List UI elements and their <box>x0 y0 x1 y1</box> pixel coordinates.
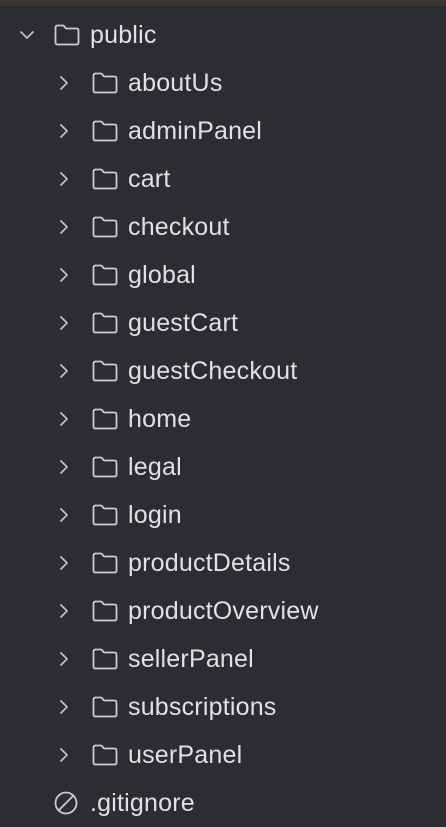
tree-node-folder[interactable]: guestCheckout <box>0 347 446 395</box>
chevron-down-icon[interactable] <box>17 25 37 45</box>
tree-node-folder[interactable]: global <box>0 251 446 299</box>
tree-node-folder[interactable]: userPanel <box>0 731 446 779</box>
folder-icon <box>92 312 118 334</box>
tree-node-label: guestCheckout <box>128 357 298 385</box>
tree-node-folder[interactable]: subscriptions <box>0 683 446 731</box>
chevron-right-icon[interactable] <box>54 505 74 525</box>
folder-icon <box>92 456 118 478</box>
chevron-right-icon[interactable] <box>54 409 74 429</box>
project-file-tree: public aboutUs adminPanel cart checkout glob… <box>0 11 446 827</box>
tree-node-folder[interactable]: guestCart <box>0 299 446 347</box>
chevron-right-icon[interactable] <box>54 601 74 621</box>
folder-icon <box>92 408 118 430</box>
tree-node-gitignore[interactable]: .gitignore <box>0 779 446 827</box>
tree-node-folder[interactable]: checkout <box>0 203 446 251</box>
folder-icon <box>92 360 118 382</box>
folder-icon <box>92 552 118 574</box>
tree-node-label: userPanel <box>128 741 243 769</box>
tree-node-label: legal <box>128 453 182 481</box>
tree-node-folder[interactable]: productOverview <box>0 587 446 635</box>
chevron-right-icon[interactable] <box>54 649 74 669</box>
tree-node-label: aboutUs <box>128 69 223 97</box>
tree-node-label: global <box>128 261 196 289</box>
chevron-right-icon[interactable] <box>54 697 74 717</box>
tree-node-folder[interactable]: cart <box>0 155 446 203</box>
tree-node-label: public <box>90 21 157 49</box>
tree-node-folder[interactable]: productDetails <box>0 539 446 587</box>
tree-node-folder[interactable]: aboutUs <box>0 59 446 107</box>
tree-node-label: checkout <box>128 213 230 241</box>
ignore-file-icon <box>54 791 78 815</box>
tree-node-folder[interactable]: login <box>0 491 446 539</box>
tree-node-label: guestCart <box>128 309 239 337</box>
chevron-right-icon[interactable] <box>54 361 74 381</box>
tree-node-label: .gitignore <box>90 789 195 817</box>
chevron-right-icon[interactable] <box>54 73 74 93</box>
tree-node-public[interactable]: public <box>0 11 446 59</box>
chevron-right-icon[interactable] <box>54 313 74 333</box>
tree-node-label: productOverview <box>128 597 319 625</box>
folder-icon <box>54 24 80 46</box>
tree-node-label: subscriptions <box>128 693 277 721</box>
tree-node-label: home <box>128 405 192 433</box>
folder-icon <box>92 648 118 670</box>
chevron-right-icon[interactable] <box>54 457 74 477</box>
folder-icon <box>92 72 118 94</box>
folder-icon <box>92 600 118 622</box>
tree-node-label: sellerPanel <box>128 645 254 673</box>
tree-node-folder[interactable]: sellerPanel <box>0 635 446 683</box>
folder-icon <box>92 216 118 238</box>
folder-icon <box>92 696 118 718</box>
chevron-right-icon[interactable] <box>54 121 74 141</box>
chevron-right-icon[interactable] <box>54 169 74 189</box>
folder-icon <box>92 120 118 142</box>
folder-icon <box>92 504 118 526</box>
tree-node-folder[interactable]: legal <box>0 443 446 491</box>
tree-node-folder[interactable]: adminPanel <box>0 107 446 155</box>
tree-node-folder[interactable]: home <box>0 395 446 443</box>
chevron-right-icon[interactable] <box>54 217 74 237</box>
tree-node-label: login <box>128 501 182 529</box>
tree-node-label: adminPanel <box>128 117 263 145</box>
top-divider <box>0 0 446 6</box>
chevron-right-icon[interactable] <box>54 265 74 285</box>
folder-icon <box>92 168 118 190</box>
folder-icon <box>92 264 118 286</box>
tree-node-label: productDetails <box>128 549 291 577</box>
tree-node-label: cart <box>128 165 171 193</box>
chevron-right-icon[interactable] <box>54 745 74 765</box>
chevron-right-icon[interactable] <box>54 553 74 573</box>
folder-icon <box>92 744 118 766</box>
